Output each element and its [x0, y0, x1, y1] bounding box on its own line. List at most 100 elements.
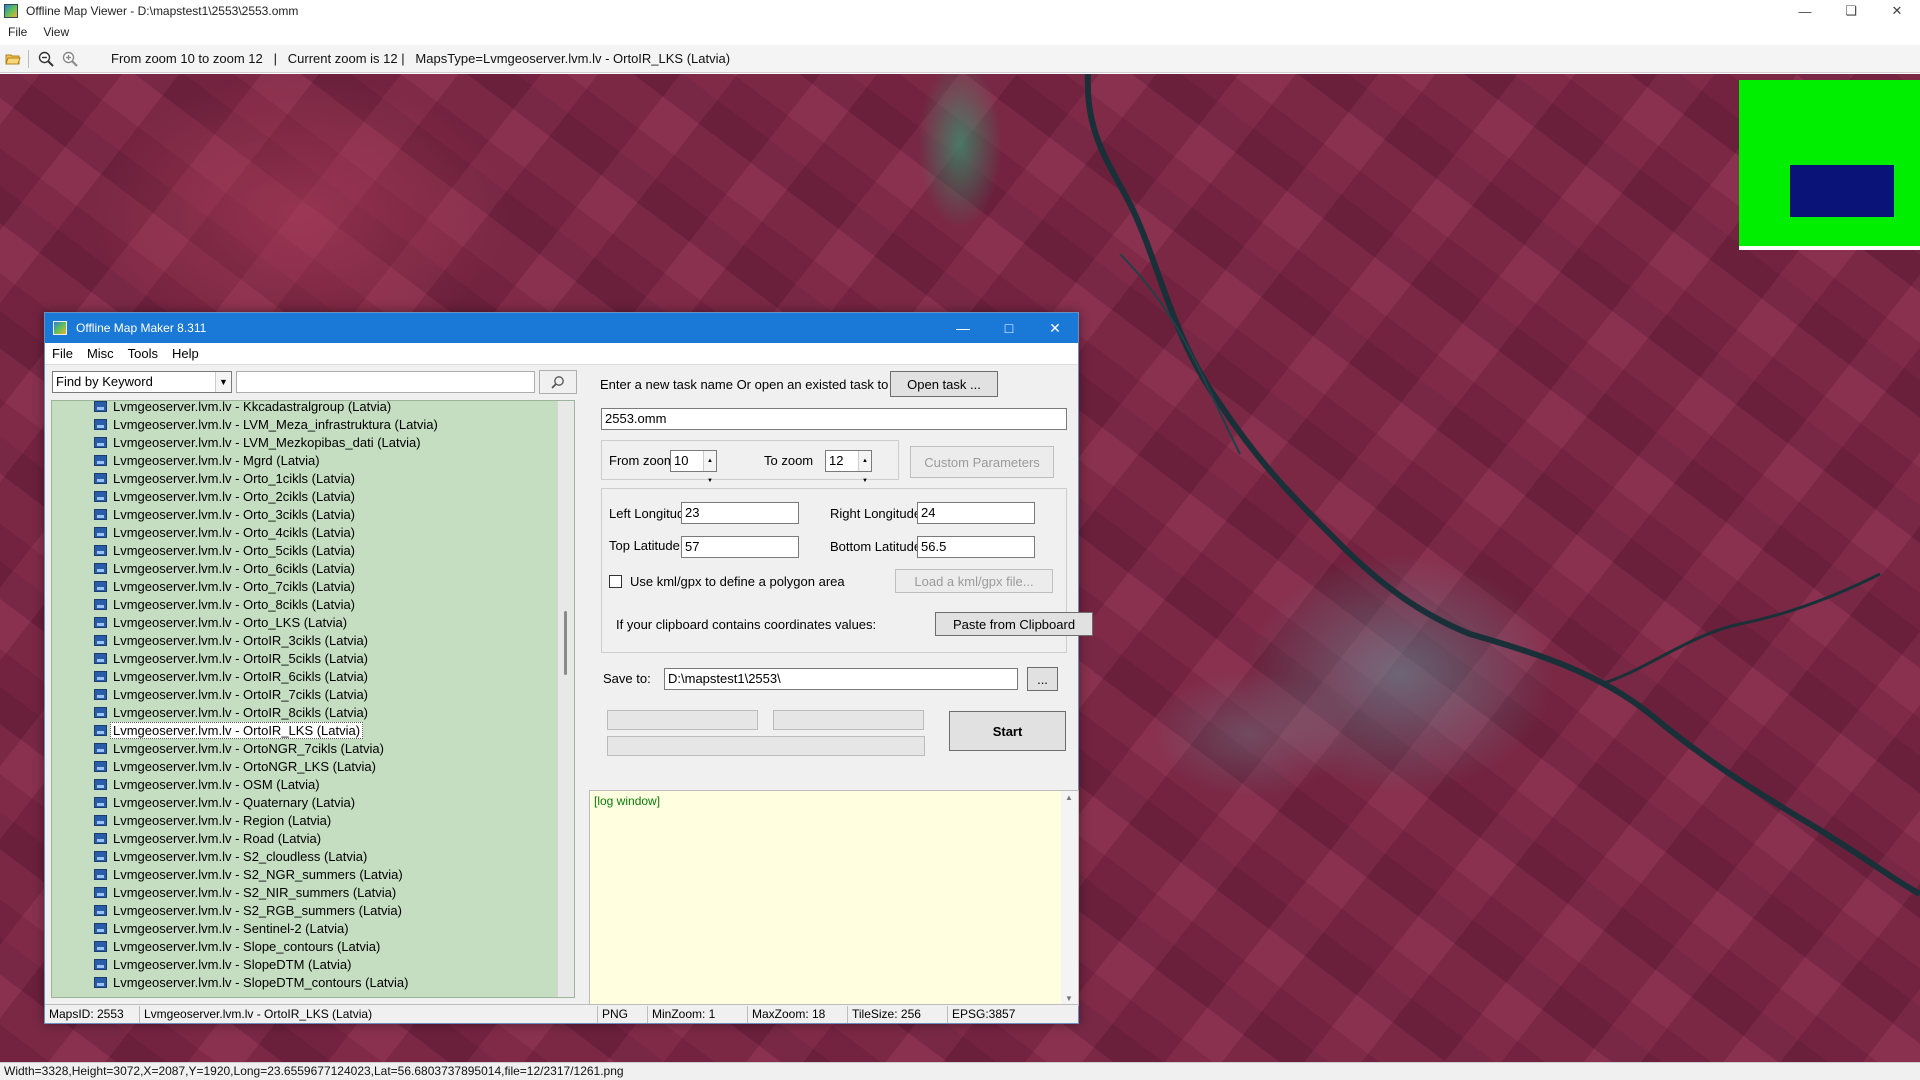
log-scrollbar[interactable]: ▲ ▼: [1061, 791, 1078, 1005]
map-layer-icon: [94, 454, 107, 466]
tree-item[interactable]: Lvmgeoserver.lvm.lv - Kkcadastralgroup (…: [52, 401, 562, 415]
right-longitude-input[interactable]: 24: [917, 502, 1035, 524]
dialog-minimize-icon[interactable]: —: [940, 313, 986, 343]
dialog-menu-tools[interactable]: Tools: [121, 346, 165, 361]
custom-parameters-button[interactable]: Custom Parameters: [910, 446, 1054, 478]
tree-item[interactable]: Lvmgeoserver.lvm.lv - Orto_6cikls (Latvi…: [52, 559, 562, 577]
tree-item[interactable]: Lvmgeoserver.lvm.lv - Mgrd (Latvia): [52, 451, 562, 469]
tree-item-label: Lvmgeoserver.lvm.lv - SlopeDTM (Latvia): [113, 956, 352, 972]
tree-item[interactable]: Lvmgeoserver.lvm.lv - OrtoIR_5cikls (Lat…: [52, 649, 562, 667]
tree-item[interactable]: Lvmgeoserver.lvm.lv - LVM_Meza_infrastru…: [52, 415, 562, 433]
browse-folder-button[interactable]: ...: [1027, 667, 1058, 691]
dialog-menu-help[interactable]: Help: [165, 346, 206, 361]
dialog-titlebar[interactable]: Offline Map Maker 8.311 — □ ✕: [45, 313, 1078, 343]
kml-polygon-checkbox[interactable]: [609, 575, 622, 588]
maps-tree-items: Lvmgeoserver.lvm.lv - Kkcadastralgroup (…: [52, 401, 562, 991]
dialog-close-icon[interactable]: ✕: [1032, 313, 1078, 343]
log-text: [log window]: [594, 794, 661, 808]
viewer-titlebar: Offline Map Viewer - D:\mapstest1\2553\2…: [0, 0, 1920, 22]
tree-item[interactable]: Lvmgeoserver.lvm.lv - OrtoIR_3cikls (Lat…: [52, 631, 562, 649]
tree-item[interactable]: Lvmgeoserver.lvm.lv - LVM_Mezkopibas_dat…: [52, 433, 562, 451]
tree-item[interactable]: Lvmgeoserver.lvm.lv - Orto_LKS (Latvia): [52, 613, 562, 631]
tree-item[interactable]: Lvmgeoserver.lvm.lv - OrtoIR_8cikls (Lat…: [52, 703, 562, 721]
folder-open-icon[interactable]: [2, 48, 24, 70]
tree-item[interactable]: Lvmgeoserver.lvm.lv - S2_cloudless (Latv…: [52, 847, 562, 865]
restore-icon[interactable]: ❏: [1828, 0, 1874, 22]
tree-scroll-thumb[interactable]: [564, 611, 567, 675]
task-name-input[interactable]: 2553.omm: [601, 408, 1067, 430]
save-to-label: Save to:: [603, 671, 651, 686]
tree-item[interactable]: Lvmgeoserver.lvm.lv - S2_NGR_summers (La…: [52, 865, 562, 883]
search-button[interactable]: [539, 370, 577, 394]
scroll-up-icon[interactable]: ▲: [1065, 793, 1073, 802]
menu-file[interactable]: File: [0, 25, 35, 39]
tree-item[interactable]: Lvmgeoserver.lvm.lv - S2_RGB_summers (La…: [52, 901, 562, 919]
load-kml-button[interactable]: Load a kml/gpx file...: [895, 569, 1053, 593]
tree-item[interactable]: Lvmgeoserver.lvm.lv - Region (Latvia): [52, 811, 562, 829]
tree-item[interactable]: Lvmgeoserver.lvm.lv - OrtoNGR_LKS (Latvi…: [52, 757, 562, 775]
tree-item[interactable]: Lvmgeoserver.lvm.lv - Orto_7cikls (Latvi…: [52, 577, 562, 595]
bottom-latitude-input[interactable]: 56.5: [917, 536, 1035, 558]
dialog-menu-file[interactable]: File: [45, 346, 80, 361]
tree-item[interactable]: Lvmgeoserver.lvm.lv - Sentinel-2 (Latvia…: [52, 919, 562, 937]
tree-item[interactable]: Lvmgeoserver.lvm.lv - Orto_4cikls (Latvi…: [52, 523, 562, 541]
map-layer-icon: [94, 418, 107, 430]
top-latitude-input[interactable]: 57: [681, 536, 799, 558]
tree-item[interactable]: Lvmgeoserver.lvm.lv - OSM (Latvia): [52, 775, 562, 793]
minimize-icon[interactable]: —: [1782, 0, 1828, 22]
from-zoom-stepper[interactable]: 10 ▲ ▼: [670, 450, 717, 484]
stepper-arrows-icon[interactable]: ▲ ▼: [858, 451, 871, 484]
tree-item[interactable]: Lvmgeoserver.lvm.lv - OrtoNGR_7cikls (La…: [52, 739, 562, 757]
menu-view[interactable]: View: [35, 25, 77, 39]
dialog-window-controls: — □ ✕: [940, 313, 1078, 343]
map-layer-icon: [94, 490, 107, 502]
app-map-icon: [4, 4, 18, 18]
tree-item[interactable]: Lvmgeoserver.lvm.lv - SlopeDTM_contours …: [52, 973, 562, 991]
minimap-viewport-rect[interactable]: [1790, 165, 1894, 217]
tree-item[interactable]: Lvmgeoserver.lvm.lv - S2_NIR_summers (La…: [52, 883, 562, 901]
tree-item[interactable]: Lvmgeoserver.lvm.lv - Road (Latvia): [52, 829, 562, 847]
tree-item[interactable]: Lvmgeoserver.lvm.lv - Orto_5cikls (Latvi…: [52, 541, 562, 559]
to-zoom-value: 12: [829, 453, 844, 468]
log-window[interactable]: [log window] ▲ ▼: [589, 790, 1079, 1006]
paste-from-clipboard-button[interactable]: Paste from Clipboard: [935, 612, 1093, 636]
tree-item-label: Lvmgeoserver.lvm.lv - LVM_Mezkopibas_dat…: [113, 434, 421, 450]
top-latitude-label: Top Latitude: [609, 538, 680, 553]
scroll-down-icon[interactable]: ▼: [1065, 994, 1073, 1003]
zoom-out-icon[interactable]: [35, 48, 57, 70]
tree-item[interactable]: Lvmgeoserver.lvm.lv - Slope_contours (La…: [52, 937, 562, 955]
tree-item-label: Lvmgeoserver.lvm.lv - S2_NGR_summers (La…: [113, 866, 403, 882]
tree-item[interactable]: Lvmgeoserver.lvm.lv - OrtoIR_LKS (Latvia…: [52, 721, 562, 739]
tree-item[interactable]: Lvmgeoserver.lvm.lv - OrtoIR_6cikls (Lat…: [52, 667, 562, 685]
open-task-button[interactable]: Open task ...: [890, 371, 998, 397]
tree-item-label: Lvmgeoserver.lvm.lv - Orto_8cikls (Latvi…: [113, 596, 356, 612]
tree-item[interactable]: Lvmgeoserver.lvm.lv - Orto_1cikls (Latvi…: [52, 469, 562, 487]
tree-item-label: Lvmgeoserver.lvm.lv - Orto_1cikls (Latvi…: [113, 470, 356, 486]
left-longitude-input[interactable]: 23: [681, 502, 799, 524]
minimap[interactable]: [1739, 80, 1920, 250]
dialog-maximize-icon[interactable]: □: [986, 313, 1032, 343]
search-mode-select[interactable]: Find by Keyword ▼: [52, 371, 232, 393]
dialog-app-icon: [53, 321, 67, 335]
tree-item[interactable]: Lvmgeoserver.lvm.lv - OrtoIR_7cikls (Lat…: [52, 685, 562, 703]
tree-item[interactable]: Lvmgeoserver.lvm.lv - Orto_8cikls (Latvi…: [52, 595, 562, 613]
start-button[interactable]: Start: [949, 711, 1066, 751]
chevron-down-icon[interactable]: ▼: [215, 372, 231, 392]
tree-scrollbar[interactable]: [557, 401, 574, 997]
tree-item-label: Lvmgeoserver.lvm.lv - Orto_3cikls (Latvi…: [113, 506, 356, 522]
tree-item[interactable]: Lvmgeoserver.lvm.lv - Orto_3cikls (Latvi…: [52, 505, 562, 523]
map-layer-icon: [94, 868, 107, 880]
zoom-in-icon[interactable]: [59, 48, 81, 70]
keyword-input[interactable]: [236, 371, 535, 393]
stepper-arrows-icon[interactable]: ▲ ▼: [703, 451, 716, 484]
close-icon[interactable]: ✕: [1874, 0, 1920, 22]
tree-item[interactable]: Lvmgeoserver.lvm.lv - SlopeDTM (Latvia): [52, 955, 562, 973]
map-layer-icon: [94, 760, 107, 772]
to-zoom-stepper[interactable]: 12 ▲ ▼: [825, 450, 872, 484]
map-layer-icon: [94, 886, 107, 898]
save-to-input[interactable]: D:\mapstest1\2553\: [664, 668, 1018, 690]
dialog-menu-misc[interactable]: Misc: [80, 346, 121, 361]
tree-item[interactable]: Lvmgeoserver.lvm.lv - Quaternary (Latvia…: [52, 793, 562, 811]
maps-tree[interactable]: Lvmgeoserver.lvm.lv - Kkcadastralgroup (…: [51, 400, 575, 998]
tree-item[interactable]: Lvmgeoserver.lvm.lv - Orto_2cikls (Latvi…: [52, 487, 562, 505]
